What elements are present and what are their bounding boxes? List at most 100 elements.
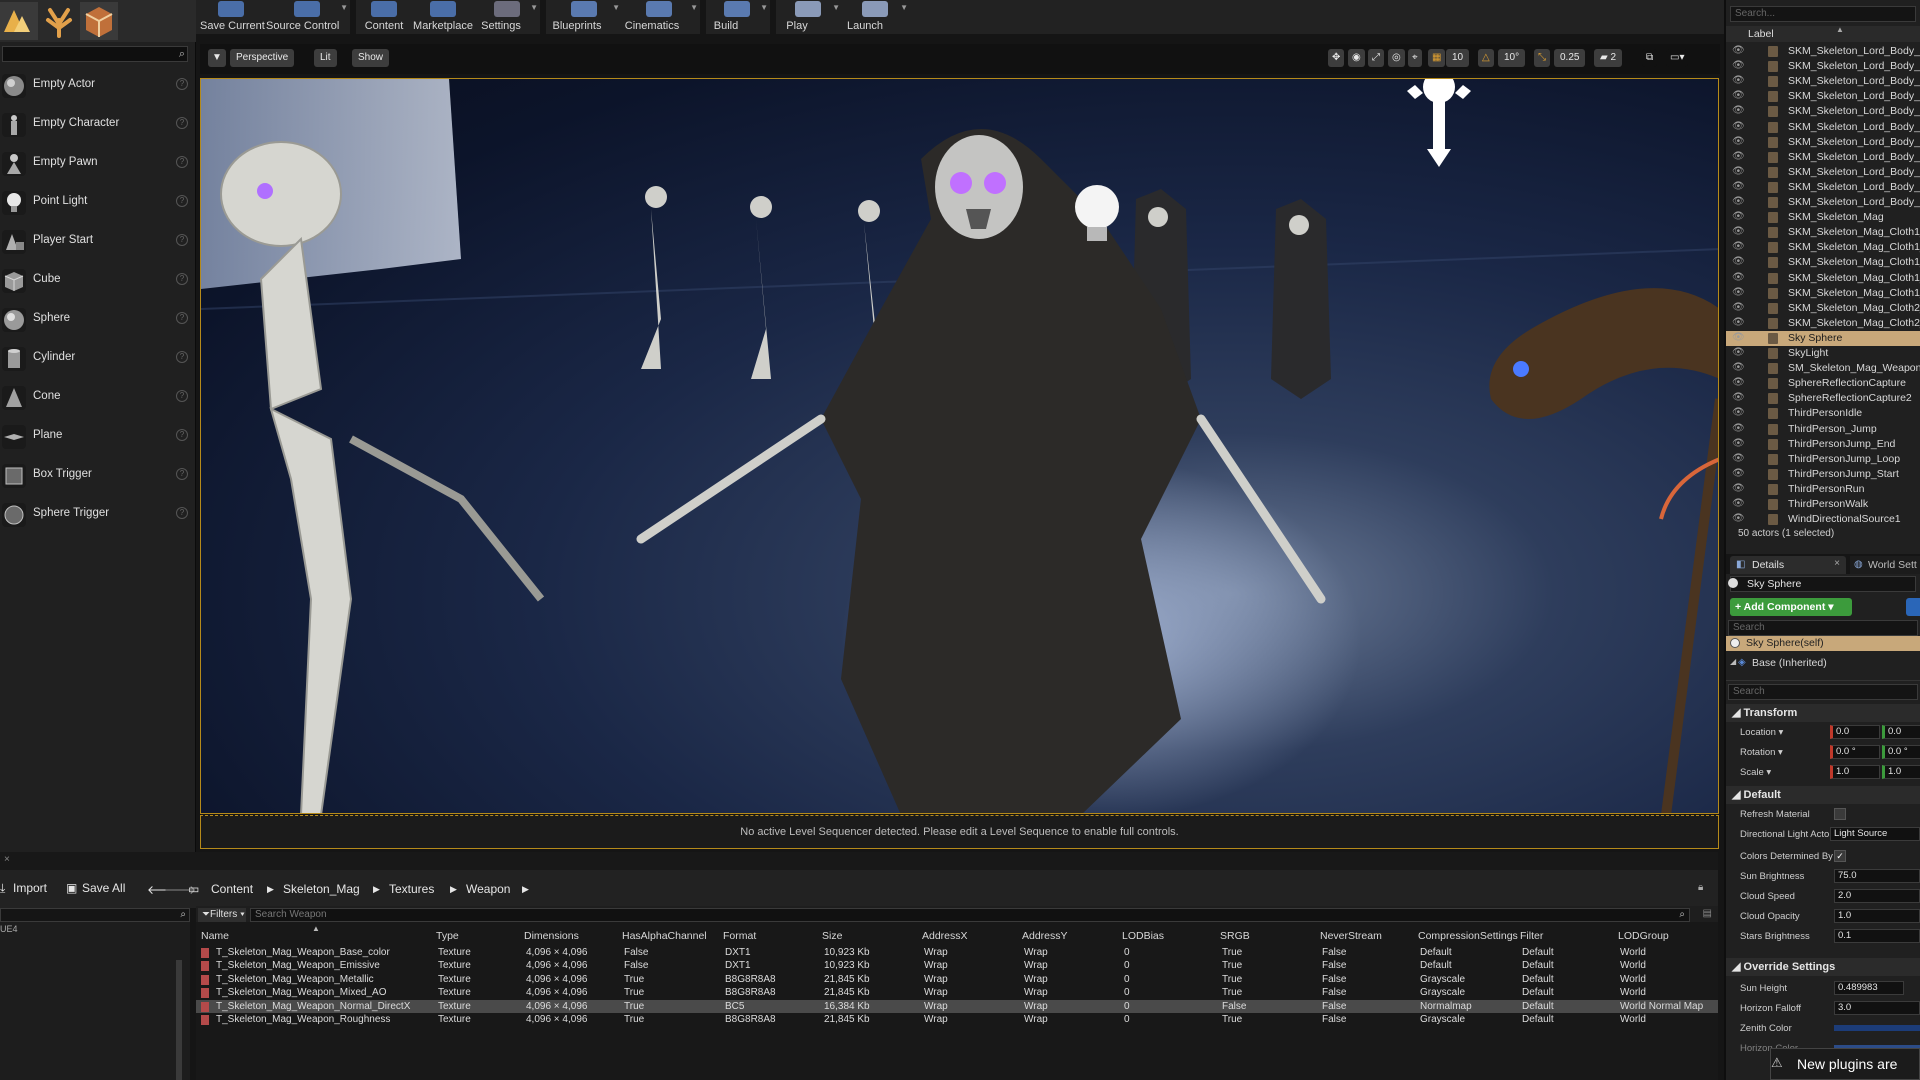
scale-label[interactable]: Scale ▾ bbox=[1740, 767, 1771, 778]
geometry-mode-icon[interactable] bbox=[80, 2, 118, 40]
column-header[interactable]: CompressionSettings bbox=[1418, 930, 1518, 942]
details-search-input[interactable]: Search bbox=[1728, 684, 1918, 700]
component-self-row[interactable]: Sky Sphere(self) bbox=[1726, 636, 1920, 651]
grid-snap-value[interactable]: 10 bbox=[1446, 49, 1470, 67]
place-item-sphere-trigger[interactable]: Sphere Trigger ? bbox=[0, 495, 192, 533]
visibility-eye-icon[interactable]: 👁︎ bbox=[1732, 332, 1745, 343]
visibility-eye-icon[interactable]: 👁︎ bbox=[1732, 136, 1745, 147]
dropdown-arrow-icon[interactable]: ▼ bbox=[530, 3, 538, 12]
column-header[interactable]: SRGB bbox=[1220, 930, 1250, 942]
rotation-snap-value[interactable]: 10° bbox=[1498, 49, 1526, 67]
breadcrumb-content[interactable]: Content bbox=[211, 882, 253, 896]
lit-button[interactable]: Lit bbox=[314, 49, 337, 67]
table-row[interactable]: T_Skeleton_Mag_Weapon_Roughness Texture 4,… bbox=[196, 1013, 1718, 1026]
sun-height-field[interactable]: 0.489983 bbox=[1834, 981, 1904, 995]
lock-icon[interactable]: 🔒︎ bbox=[1698, 882, 1703, 893]
outliner-row[interactable]: 👁︎ ThirdPersonIdle bbox=[1726, 406, 1920, 421]
column-header[interactable]: Size bbox=[822, 930, 842, 942]
outliner-row[interactable]: 👁︎ SKM_Skeleton_Mag_Cloth2_B bbox=[1726, 301, 1920, 316]
outliner-row[interactable]: 👁︎ ThirdPersonJump_Loop bbox=[1726, 452, 1920, 467]
play-button[interactable]: Play ▼ bbox=[776, 0, 840, 34]
outliner-row[interactable]: 👁︎ SKM_Skeleton_Lord_Body_Sho bbox=[1726, 89, 1920, 104]
outliner-row[interactable]: 👁︎ SKM_Skeleton_Mag bbox=[1726, 210, 1920, 225]
outliner-row[interactable]: 👁︎ SKM_Skeleton_Lord_Body_Sho bbox=[1726, 104, 1920, 119]
table-row[interactable]: T_Skeleton_Mag_Weapon_Mixed_AO Texture 4,0… bbox=[196, 986, 1718, 999]
add-component-button[interactable]: + Add Component ▾ bbox=[1730, 598, 1852, 616]
cloud-opacity-field[interactable]: 1.0 bbox=[1834, 909, 1920, 923]
tab-world-settings[interactable]: ◍ World Sett bbox=[1850, 556, 1920, 574]
scale-y-field[interactable]: 1.0 bbox=[1882, 765, 1920, 779]
place-item-cube[interactable]: Cube ? bbox=[0, 261, 192, 299]
outliner-row[interactable]: 👁︎ SphereReflectionCapture bbox=[1726, 376, 1920, 391]
dropdown-arrow-icon[interactable]: ▼ bbox=[760, 3, 768, 12]
outliner-row[interactable]: 👁︎ SKM_Skeleton_Mag_Cloth1_Sc bbox=[1726, 255, 1920, 270]
perspective-button[interactable]: Perspective bbox=[230, 49, 295, 67]
dropdown-arrow-icon[interactable]: ▼ bbox=[612, 3, 620, 12]
help-icon[interactable]: ? bbox=[176, 234, 188, 246]
visibility-eye-icon[interactable]: 👁︎ bbox=[1732, 121, 1745, 132]
build-button[interactable]: Build ▼ bbox=[706, 0, 768, 34]
visibility-eye-icon[interactable]: 👁︎ bbox=[1732, 498, 1745, 509]
tree-item[interactable]: UE4 bbox=[0, 924, 18, 934]
visibility-eye-icon[interactable]: 👁︎ bbox=[1732, 181, 1745, 192]
help-icon[interactable]: ? bbox=[176, 312, 188, 324]
launch-button[interactable]: Launch ▼ bbox=[842, 0, 908, 34]
help-icon[interactable]: ? bbox=[176, 351, 188, 363]
place-item-cylinder[interactable]: Cylinder ? bbox=[0, 339, 192, 377]
visibility-eye-icon[interactable]: 👁︎ bbox=[1732, 60, 1745, 71]
close-icon[interactable]: × bbox=[4, 854, 10, 865]
help-icon[interactable]: ? bbox=[176, 156, 188, 168]
visibility-eye-icon[interactable]: 👁︎ bbox=[1732, 90, 1745, 101]
rotation-label[interactable]: Rotation ▾ bbox=[1740, 747, 1783, 758]
table-row[interactable]: T_Skeleton_Mag_Weapon_Metallic Texture 4,0… bbox=[196, 973, 1718, 986]
visibility-eye-icon[interactable]: 👁︎ bbox=[1732, 226, 1745, 237]
visibility-eye-icon[interactable]: 👁︎ bbox=[1732, 241, 1745, 252]
source-control-button[interactable]: Source Control ▼ bbox=[266, 0, 348, 34]
help-icon[interactable]: ? bbox=[176, 507, 188, 519]
scale-mode-icon[interactable]: ⤢ bbox=[1368, 49, 1384, 67]
column-header[interactable]: LODBias bbox=[1122, 930, 1164, 942]
column-header[interactable]: AddressX bbox=[922, 930, 968, 942]
place-item-plane[interactable]: Plane ? bbox=[0, 417, 192, 455]
table-row[interactable]: T_Skeleton_Mag_Weapon_Emissive Texture 4,0… bbox=[196, 959, 1718, 972]
outliner-row[interactable]: 👁︎ Sky Sphere bbox=[1726, 330, 1920, 346]
camera-speed-button[interactable]: ▰ 2 bbox=[1594, 49, 1623, 67]
blueprint-button[interactable] bbox=[1906, 598, 1920, 616]
visibility-eye-icon[interactable]: 👁︎ bbox=[1732, 347, 1745, 358]
outliner-search-input[interactable]: Search... bbox=[1730, 6, 1916, 22]
help-icon[interactable]: ? bbox=[176, 429, 188, 441]
save-current-button[interactable]: Save Current bbox=[200, 0, 265, 34]
table-row[interactable]: T_Skeleton_Mag_Weapon_Normal_DirectX Text… bbox=[196, 999, 1718, 1013]
place-item-point-light[interactable]: Point Light ? bbox=[0, 183, 192, 221]
marketplace-button[interactable]: Marketplace bbox=[410, 0, 476, 34]
place-search-input[interactable]: ⌕ bbox=[2, 46, 188, 62]
visibility-eye-icon[interactable]: 👁︎ bbox=[1732, 513, 1745, 524]
visibility-eye-icon[interactable]: 👁︎ bbox=[1732, 151, 1745, 162]
place-item-box-trigger[interactable]: Box Trigger ? bbox=[0, 456, 192, 494]
dropdown-arrow-icon[interactable]: ▼ bbox=[900, 3, 908, 12]
component-search-input[interactable]: Search bbox=[1728, 620, 1918, 636]
visibility-eye-icon[interactable]: 👁︎ bbox=[1732, 75, 1745, 86]
column-header[interactable]: HasAlphaChannel bbox=[622, 930, 707, 942]
viewport-options-button[interactable]: ▼ bbox=[208, 49, 226, 67]
outliner-row[interactable]: 👁︎ SKM_Skeleton_Mag_Cloth1_H bbox=[1726, 240, 1920, 255]
outliner-row[interactable]: 👁︎ SKM_Skeleton_Lord_Body_Sku bbox=[1726, 135, 1920, 150]
outliner-row[interactable]: 👁︎ SKM_Skeleton_Mag_Cloth2_Sl bbox=[1726, 316, 1920, 331]
zenith-color-swatch[interactable] bbox=[1834, 1025, 1920, 1031]
sun-brightness-field[interactable]: 75.0 bbox=[1834, 869, 1920, 883]
visibility-eye-icon[interactable]: 👁︎ bbox=[1732, 468, 1745, 479]
outliner-row[interactable]: 👁︎ ThirdPersonJump_Start bbox=[1726, 467, 1920, 482]
asset-search-input[interactable]: Search Weapon ⌕ bbox=[250, 908, 1690, 922]
rotation-x-field[interactable]: 0.0 ° bbox=[1830, 745, 1880, 759]
column-header[interactable]: Format bbox=[723, 930, 756, 942]
visibility-eye-icon[interactable]: 👁︎ bbox=[1732, 438, 1745, 449]
directional-light-field[interactable]: Light Source bbox=[1830, 827, 1920, 841]
visibility-eye-icon[interactable]: 👁︎ bbox=[1732, 105, 1745, 116]
outliner-row[interactable]: 👁︎ ThirdPersonWalk bbox=[1726, 497, 1920, 512]
visibility-eye-icon[interactable]: 👁︎ bbox=[1732, 272, 1745, 283]
outliner-row[interactable]: 👁︎ SKM_Skeleton_Mag_Cloth1_Sl bbox=[1726, 286, 1920, 301]
column-header[interactable]: AddressY bbox=[1022, 930, 1068, 942]
content-button[interactable]: Content bbox=[358, 0, 410, 34]
place-item-player-start[interactable]: Player Start ? bbox=[0, 222, 192, 260]
layout-icon[interactable]: ▭▾ bbox=[1666, 49, 1689, 67]
